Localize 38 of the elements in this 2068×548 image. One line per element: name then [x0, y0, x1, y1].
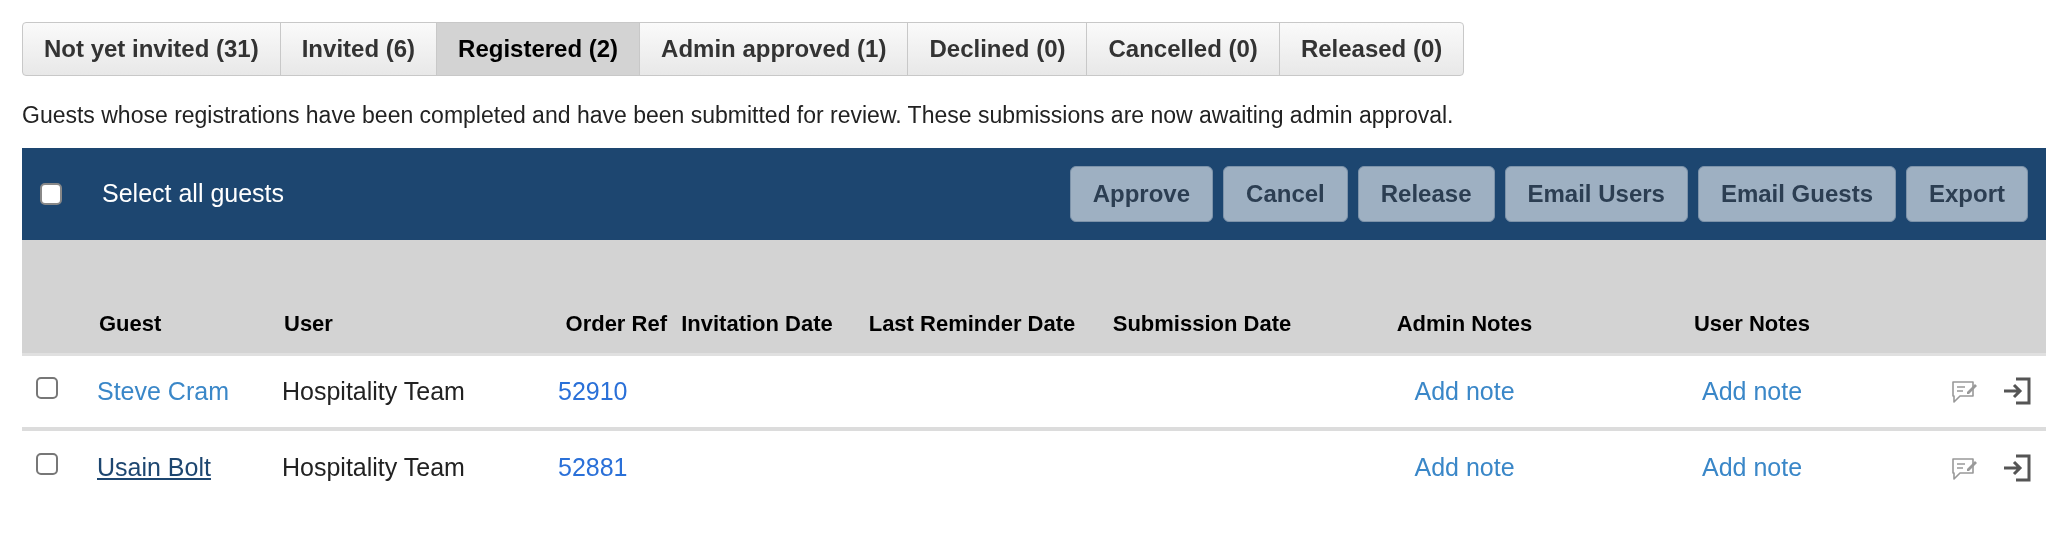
- checkbox[interactable]: [36, 376, 58, 399]
- action-button[interactable]: Email Guests: [1697, 166, 1896, 222]
- column-header: User: [284, 310, 333, 336]
- tab[interactable]: Declined (0): [907, 22, 1088, 76]
- add-note-link[interactable]: Add note: [1701, 452, 1803, 481]
- column-header: Guest: [99, 310, 162, 336]
- add-note-link[interactable]: Add note: [1414, 376, 1515, 405]
- guest-link[interactable]: Usain Bolt: [97, 452, 211, 481]
- action-button[interactable]: Approve: [1069, 166, 1214, 222]
- tab[interactable]: Invited (6): [279, 22, 438, 76]
- sign-in-icon[interactable]: [2002, 376, 2032, 407]
- action-button[interactable]: Email Users: [1504, 166, 1688, 222]
- table-cell: Hospitality Team: [282, 452, 465, 481]
- tab[interactable]: Not yet invited (31): [22, 22, 281, 76]
- tab[interactable]: Registered (2): [436, 22, 641, 76]
- action-button[interactable]: Cancel: [1223, 166, 1348, 222]
- column-header: Admin Notes: [1396, 310, 1533, 336]
- column-header: User Notes: [1693, 310, 1811, 336]
- column-header: Invitation Date: [681, 310, 833, 336]
- action-button[interactable]: Release: [1357, 166, 1495, 222]
- sign-in-icon[interactable]: [2002, 452, 2032, 483]
- order-ref-link[interactable]: 52910: [558, 376, 628, 405]
- add-note-link[interactable]: Add note: [1701, 376, 1803, 405]
- column-header: Last Reminder Date: [868, 310, 1076, 336]
- tab[interactable]: Cancelled (0): [1086, 22, 1280, 76]
- order-ref-link[interactable]: 52881: [558, 452, 628, 481]
- tab[interactable]: Admin approved (1): [639, 22, 909, 76]
- checkbox[interactable]: [36, 453, 58, 475]
- action-button[interactable]: Export: [1906, 166, 2028, 222]
- tab[interactable]: Released (0): [1278, 22, 1465, 76]
- select-all-label: Select all guests: [102, 178, 285, 210]
- add-note-link[interactable]: Add note: [1414, 452, 1515, 481]
- checkbox[interactable]: [40, 183, 62, 205]
- column-header: Submission Date: [1112, 310, 1292, 336]
- table-cell: Hospitality Team: [282, 376, 465, 405]
- guest-link[interactable]: Steve Cram: [97, 376, 229, 405]
- description: Guests whose registrations have been completed and have been submitted for review. These submissions are now awaiting admin approval.: [22, 101, 1455, 130]
- column-header: Order Ref: [565, 310, 667, 336]
